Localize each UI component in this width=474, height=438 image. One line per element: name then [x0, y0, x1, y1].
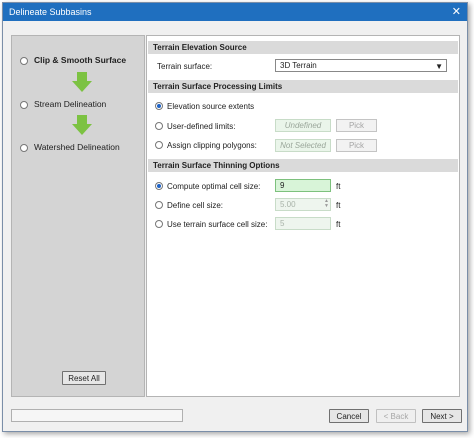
clipping-polygons-radio[interactable] [155, 141, 163, 149]
clipping-polygons-label: Assign clipping polygons: [167, 141, 257, 150]
title-bar: Delineate Subbasins ✕ [3, 3, 467, 21]
define-cell-label: Define cell size: [167, 201, 224, 210]
surface-cell-label: Use terrain surface cell size: [167, 220, 268, 229]
terrain-surface-value: 3D Terrain [280, 61, 317, 70]
optimal-cell-radio[interactable] [155, 182, 163, 190]
steps-pane: Clip & Smooth Surface Stream Delineation… [11, 35, 145, 397]
elevation-source-radio[interactable] [155, 102, 163, 110]
section-header-elevation: Terrain Elevation Source [148, 41, 458, 54]
window-title: Delineate Subbasins [9, 7, 92, 17]
elevation-source-label: Elevation source extents [167, 102, 255, 111]
clipping-polygons-field[interactable]: Not Selected [275, 139, 331, 152]
clipping-polygons-pick-button[interactable]: Pick [336, 139, 377, 152]
dialog-window: Delineate Subbasins ✕ Clip & Smooth Surf… [2, 2, 468, 432]
define-cell-radio[interactable] [155, 201, 163, 209]
section-header-limits: Terrain Surface Processing Limits [148, 80, 458, 93]
options-pane: Terrain Elevation Source Terrain surface… [146, 35, 460, 397]
step-watershed-delineation[interactable]: Watershed Delineation [20, 142, 120, 152]
step-stream-delineation[interactable]: Stream Delineation [20, 99, 106, 109]
cancel-button[interactable]: Cancel [329, 409, 369, 423]
optimal-cell-input[interactable]: 9 [275, 179, 331, 192]
step-radio-icon [20, 100, 28, 109]
back-button[interactable]: < Back [376, 409, 416, 423]
reset-all-button[interactable]: Reset All [62, 371, 106, 385]
optimal-cell-unit: ft [336, 182, 341, 191]
chevron-down-icon: ▼ [435, 62, 443, 71]
define-cell-stepper[interactable]: 5.00 ▲ ▼ [275, 198, 331, 211]
terrain-surface-label: Terrain surface: [157, 62, 213, 71]
define-cell-unit: ft [336, 201, 341, 210]
status-bar [11, 409, 183, 422]
user-defined-radio[interactable] [155, 122, 163, 130]
user-defined-field[interactable]: Undefined [275, 119, 331, 132]
step-radio-icon [20, 56, 28, 65]
surface-cell-unit: ft [336, 220, 341, 229]
step-label: Clip & Smooth Surface [34, 55, 127, 65]
step-clip-smooth[interactable]: Clip & Smooth Surface [20, 55, 126, 65]
down-arrow-icon [72, 72, 92, 92]
step-radio-icon [20, 143, 28, 152]
step-label: Watershed Delineation [34, 142, 120, 152]
section-header-thinning: Terrain Surface Thinning Options [148, 159, 458, 172]
terrain-surface-select[interactable]: 3D Terrain ▼ [275, 59, 447, 72]
define-cell-value: 5.00 [280, 200, 296, 209]
step-label: Stream Delineation [34, 99, 107, 109]
user-defined-pick-button[interactable]: Pick [336, 119, 377, 132]
next-button[interactable]: Next > [422, 409, 462, 423]
optimal-cell-label: Compute optimal cell size: [167, 182, 261, 191]
surface-cell-radio[interactable] [155, 220, 163, 228]
close-icon[interactable]: ✕ [452, 5, 461, 18]
surface-cell-field: 5 [275, 217, 331, 230]
spinner-arrows-icon[interactable]: ▲ ▼ [324, 199, 329, 209]
user-defined-label: User-defined limits: [167, 122, 236, 131]
down-arrow-icon [72, 115, 92, 135]
